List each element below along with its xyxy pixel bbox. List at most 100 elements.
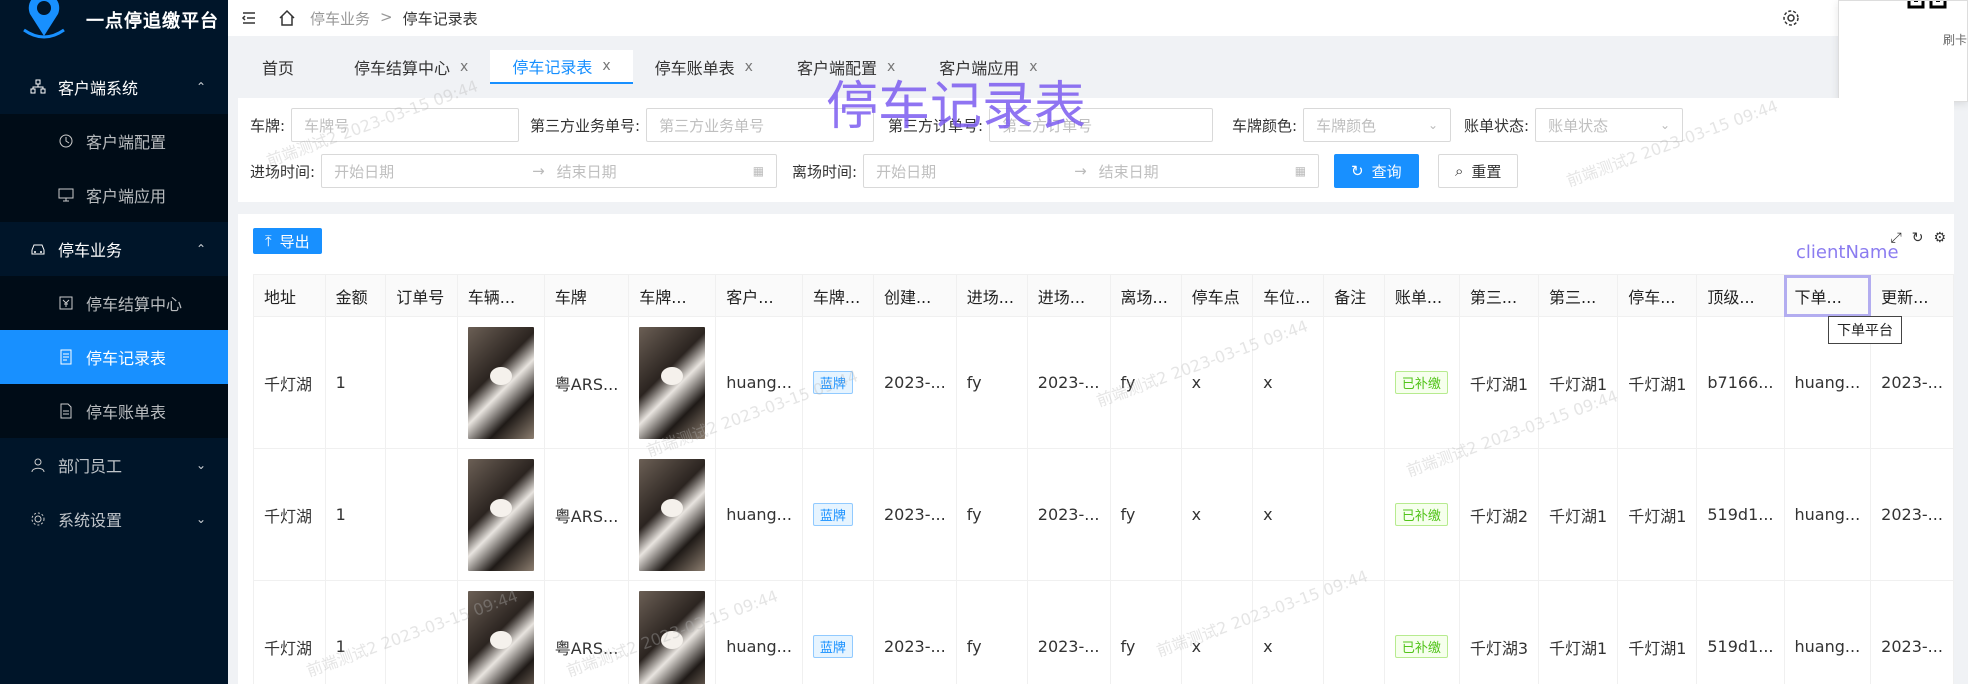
- breadcrumb-parent[interactable]: 停车业务: [310, 8, 370, 29]
- tab-parking-records[interactable]: 停车记录表 x: [490, 50, 633, 84]
- column-header[interactable]: 创建...: [872, 274, 957, 317]
- vehicle-photo[interactable]: [639, 326, 706, 439]
- chevron-up-icon: ⌃: [195, 242, 206, 256]
- placeholder: 车牌颜色: [1316, 116, 1377, 135]
- table-cell: 2023-...: [872, 316, 957, 449]
- query-button[interactable]: ↻ 查询: [1334, 154, 1419, 188]
- table-cell: [1323, 316, 1385, 449]
- table-cell: fy: [1109, 316, 1182, 449]
- gear-icon[interactable]: ⚙: [1933, 230, 1946, 246]
- column-header[interactable]: 订单号: [385, 274, 458, 317]
- table-row[interactable]: 千灯湖 1 粤ARS... huang... 蓝牌 2023-... fy 2023-... f…: [253, 316, 1954, 449]
- close-icon[interactable]: x: [602, 58, 610, 74]
- button-label: 重置: [1471, 162, 1502, 181]
- arrow-right-icon: →: [532, 162, 545, 180]
- gear-icon[interactable]: [1782, 9, 1800, 27]
- column-header[interactable]: 顶级...: [1696, 274, 1785, 317]
- table-row[interactable]: 千灯湖 1 粤ARS... huang... 蓝牌 2023-... fy 2023-... f…: [253, 448, 1954, 581]
- column-header[interactable]: 备注: [1323, 274, 1385, 317]
- column-header[interactable]: 车牌...: [628, 274, 717, 317]
- sidebar-item-client-config[interactable]: 客户端配置: [0, 114, 228, 168]
- sidebar-group-system-settings[interactable]: 系统设置 ⌄: [0, 492, 228, 546]
- menu-fold-icon[interactable]: [240, 9, 258, 27]
- vehicle-photo[interactable]: [467, 458, 534, 571]
- table-cell: 千灯湖3: [1458, 580, 1540, 684]
- reset-button[interactable]: ⌕ 重置: [1438, 154, 1519, 188]
- table-cell: 千灯湖: [253, 580, 326, 684]
- sidebar-submenu-client: 客户端配置 客户端应用: [0, 114, 228, 222]
- tab-home[interactable]: 首页: [240, 50, 316, 84]
- table-cell: [1323, 448, 1385, 581]
- sidebar-group-staff[interactable]: 部门员工 ⌄: [0, 438, 228, 492]
- sidebar-group-parking[interactable]: 停车业务 ⌃: [0, 222, 228, 276]
- table-cell: huang...: [1783, 448, 1872, 581]
- column-header[interactable]: 车位...: [1252, 274, 1325, 317]
- column-header[interactable]: 账单...: [1383, 274, 1460, 317]
- table-cell: x: [1180, 316, 1254, 449]
- table-cell: 519d1...: [1696, 580, 1785, 684]
- sidebar-item-parking-records[interactable]: 停车记录表: [0, 330, 228, 384]
- reload-icon[interactable]: ↻: [1912, 230, 1924, 246]
- qr-caption: 刷卡: [1942, 33, 1967, 47]
- plate-color-select[interactable]: 车牌颜色 ⌄: [1303, 108, 1452, 142]
- plate-input[interactable]: 车牌号: [291, 108, 520, 142]
- table-cell: 1: [324, 580, 387, 684]
- column-header[interactable]: 更新...: [1870, 274, 1954, 317]
- sidebar-item-client-app[interactable]: 客户端应用: [0, 168, 228, 222]
- tab-label: 停车账单表: [654, 59, 735, 78]
- table-cell: fy: [955, 316, 1028, 449]
- sidebar-item-label: 停车结算中心: [86, 295, 183, 314]
- table-cell: huang...: [1783, 580, 1872, 684]
- sidebar-group-label: 部门员工: [58, 457, 123, 476]
- home-icon[interactable]: [278, 9, 296, 27]
- table-cell: [385, 316, 458, 449]
- table-cell: 2023-...: [1026, 580, 1111, 684]
- logo-icon: [20, 0, 68, 40]
- vehicle-photo-cell: [456, 448, 545, 581]
- filter-panel: 车牌: 车牌号 第三方业务单号: 第三方业务单号 第三方订单号: 第三方订单号 …: [238, 98, 1954, 202]
- sidebar-item-label: 客户端配置: [86, 133, 167, 152]
- vehicle-photo[interactable]: [639, 590, 706, 684]
- column-header[interactable]: 第三...: [1537, 274, 1619, 317]
- column-header[interactable]: 进场...: [1026, 274, 1111, 317]
- bill-status-select[interactable]: 账单状态 ⌄: [1535, 108, 1684, 142]
- close-icon[interactable]: x: [460, 59, 468, 75]
- bill-status-label: 账单状态:: [1464, 116, 1530, 135]
- export-button[interactable]: ⤒ 导出: [253, 228, 322, 254]
- table-cell: 粤ARS...: [543, 316, 630, 449]
- tab-label: 首页: [262, 59, 295, 78]
- table-cell: 2023-...: [872, 448, 957, 581]
- column-header[interactable]: 进场...: [955, 274, 1028, 317]
- entry-time-range[interactable]: 开始日期 → 结束日期 ▦: [321, 154, 778, 188]
- column-header[interactable]: 地址: [253, 274, 326, 317]
- search-icon: ⌕: [1455, 162, 1464, 180]
- column-header[interactable]: 第三...: [1458, 274, 1540, 317]
- vehicle-photo[interactable]: [467, 590, 534, 684]
- column-header[interactable]: 离场...: [1109, 274, 1182, 317]
- column-header[interactable]: 车牌...: [801, 274, 874, 317]
- plate-color-cell: 蓝牌: [801, 316, 874, 449]
- column-header[interactable]: 车牌: [543, 274, 630, 317]
- exit-time-range[interactable]: 开始日期 → 结束日期 ▦: [863, 154, 1320, 188]
- vehicle-photo[interactable]: [639, 458, 706, 571]
- sidebar-item-label: 停车记录表: [86, 349, 167, 368]
- status-badge: 已补缴: [1394, 371, 1448, 394]
- vehicle-photo[interactable]: [467, 326, 534, 439]
- column-header[interactable]: 客户...: [715, 274, 803, 317]
- column-header[interactable]: 车辆...: [456, 274, 545, 317]
- tab-parking-bills[interactable]: 停车账单表 x: [633, 50, 775, 84]
- sidebar-group-client-system[interactable]: 客户端系统 ⌃: [0, 60, 228, 114]
- placeholder: 车牌号: [304, 116, 350, 135]
- close-icon[interactable]: x: [745, 59, 753, 75]
- sidebar-item-parking-bills[interactable]: 停车账单表: [0, 384, 228, 438]
- table-cell: 千灯湖2: [1458, 448, 1540, 581]
- tab-settlement-center[interactable]: 停车结算中心 x: [332, 50, 490, 84]
- column-header[interactable]: 停车点: [1180, 274, 1254, 317]
- plate-color-tag: 蓝牌: [812, 371, 853, 394]
- sidebar-item-settlement-center[interactable]: 停车结算中心: [0, 276, 228, 330]
- column-header[interactable]: 金额: [324, 274, 387, 317]
- column-header-order-platform[interactable]: 下单...: [1783, 274, 1872, 317]
- table-card: ⤒ 导出 ⤢ ↻ ⚙ clientName 地址 金额 订单号 车辆... 车牌…: [238, 214, 1954, 684]
- column-header[interactable]: 停车...: [1617, 274, 1698, 317]
- table-row[interactable]: 千灯湖 1 粤ARS... huang... 蓝牌 2023-... fy 2023-... f…: [253, 580, 1954, 684]
